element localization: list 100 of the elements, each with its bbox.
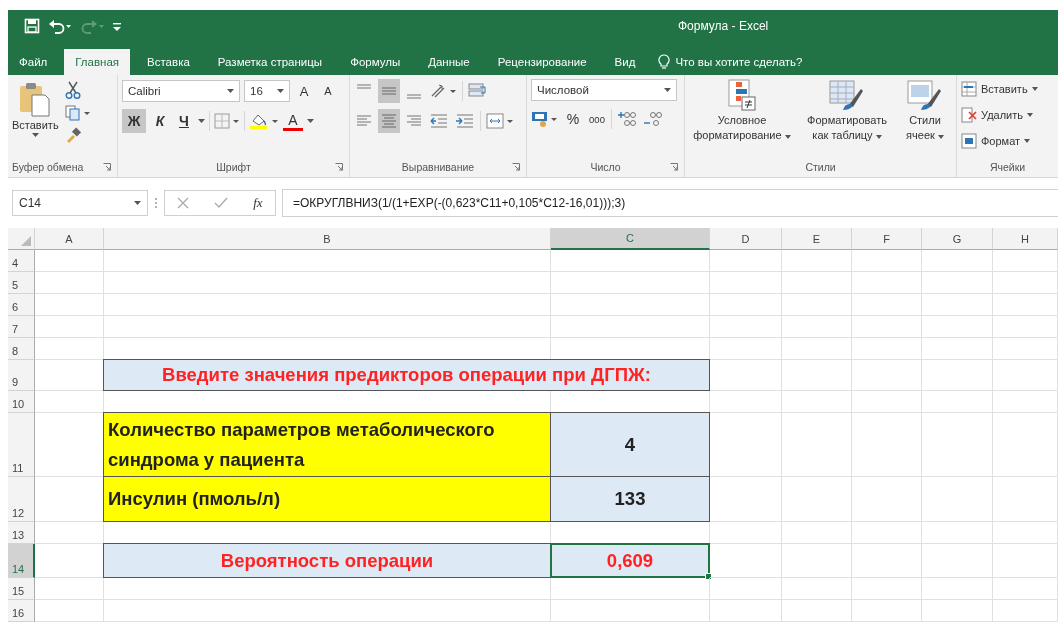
column-header[interactable]: E [782,228,852,250]
dialog-launcher-icon[interactable] [512,163,520,171]
caret-icon [875,134,882,139]
scissors-icon[interactable] [64,81,81,99]
align-middle-icon[interactable] [378,79,400,103]
formula-field[interactable]: =ОКРУГЛВНИЗ(1/(1+EXP(-(0,623*C11+0,105*C12-16,01)));3) [282,189,1058,217]
row-header[interactable]: 12 [8,477,35,523]
font-style-button[interactable]: Ч [174,109,194,133]
caret-icon [134,201,141,205]
table-brush-icon [829,79,865,111]
redo-icon[interactable] [80,18,104,34]
merge-cells-icon[interactable] [485,112,515,130]
row-header[interactable]: 5 [8,272,35,294]
style-button[interactable]: Условное форматирование [689,79,795,157]
caret-icon[interactable] [198,119,205,123]
name-box[interactable]: C14 [12,190,148,216]
check-icon[interactable] [214,197,229,209]
caret-icon [784,134,791,139]
font-color-button[interactable]: A [283,111,303,131]
caret-icon [1027,113,1033,117]
grip-icon [154,196,158,210]
style-button[interactable]: Стили ячеек [899,79,951,157]
row-header[interactable]: 10 [8,391,35,413]
increase-decimal-icon[interactable] [616,110,638,128]
ribbon-tab[interactable]: Формулы [339,49,412,75]
column-header[interactable]: C [551,228,710,250]
undo-icon[interactable] [48,18,72,34]
spreadsheet-cell: Количество параметров метаболического синдрома у пациента [103,412,551,478]
ribbon-tab[interactable]: Рецензирование [486,49,598,75]
font-style-button[interactable]: К [150,109,170,133]
clipboard-icon [18,81,53,117]
number-format-field[interactable]: Числовой [531,79,677,101]
copy-icon[interactable] [64,105,91,121]
group-label: Выравнивание [401,161,475,173]
row-header[interactable]: 13 [8,522,35,545]
ribbon-tab[interactable]: Вид [603,49,647,75]
increase-indent-icon[interactable] [454,111,476,131]
caret-icon [277,89,284,93]
row-header[interactable]: 16 [8,600,35,623]
spreadsheet-cell: 4 [550,412,710,478]
font-name-field[interactable]: Calibri [122,80,240,102]
cells-button[interactable]: Формат [961,131,1054,151]
column-header[interactable]: G [922,228,993,250]
cells-button[interactable]: Удалить [961,105,1054,125]
row-header[interactable]: 6 [8,294,35,316]
spreadsheet-cell: Введите значения предикторов операции при ДГПЖ: [103,359,710,391]
cell-styles-icon [907,79,943,111]
caret-icon [1024,139,1031,143]
caret-icon [937,134,944,139]
ribbon-tab[interactable]: Данные [417,49,481,75]
column-header[interactable]: H [993,228,1058,250]
ribbon-tab[interactable]: Вставка [136,49,201,75]
wrap-text-icon[interactable] [467,82,487,100]
ribbon-tab[interactable]: Файл [8,49,59,75]
dialog-launcher-icon[interactable] [335,163,343,171]
row-header[interactable]: 7 [8,316,35,338]
paste-button[interactable]: Вставить [12,79,59,157]
group-label: Шрифт [216,161,251,173]
fill-handle[interactable] [705,573,712,581]
row-header[interactable]: 9 [8,360,35,391]
lightbulb-icon [658,54,671,70]
percent-button[interactable]: % [563,107,583,131]
column-header[interactable]: A [35,228,104,250]
column-header[interactable]: F [852,228,922,250]
fill-color-icon[interactable] [249,112,279,130]
style-button[interactable]: Форматировать как таблицу [801,79,893,157]
save-icon[interactable] [24,18,40,34]
caret-icon[interactable] [307,119,314,123]
shrink-font-button[interactable]: A [318,79,338,103]
font-style-button[interactable]: Ж [122,109,146,133]
row-header[interactable]: 11 [8,413,35,478]
group-label: Стили [805,161,836,173]
row-header[interactable]: 4 [8,250,35,272]
dialog-launcher-icon[interactable] [670,163,678,171]
insert-function-button[interactable]: fx [253,195,263,211]
decrease-decimal-icon[interactable] [642,110,664,128]
spreadsheet-cell: 0,609 [550,543,710,579]
tell-me-field[interactable]: Что вы хотите сделать? [658,49,803,75]
row-header[interactable]: 8 [8,338,35,360]
window-title: Формула - Excel [678,19,769,33]
dialog-launcher-icon[interactable] [103,163,111,171]
align-center-icon[interactable] [378,109,400,133]
cancel-icon[interactable] [177,197,190,209]
cells-button[interactable]: Вставить [961,79,1054,99]
currency-format-icon[interactable] [531,110,559,128]
decrease-indent-icon[interactable] [428,111,450,131]
column-header[interactable]: B [104,228,551,250]
column-header[interactable]: D [710,228,782,250]
group-label: Буфер обмена [12,161,84,173]
font-size-field[interactable]: 16 [244,80,290,102]
grow-font-button[interactable]: A [294,79,314,103]
row-header[interactable]: 15 [8,578,35,601]
thousands-button[interactable]: 000 [587,107,607,131]
borders-icon[interactable] [214,113,240,129]
caret-icon [227,89,234,93]
ribbon-tab[interactable]: Главная [64,49,131,75]
row-header[interactable]: 14 [8,544,35,579]
group-label: Число [590,161,621,173]
ribbon-tab[interactable]: Разметка страницы [206,49,334,75]
spreadsheet-cell: 133 [550,476,710,523]
